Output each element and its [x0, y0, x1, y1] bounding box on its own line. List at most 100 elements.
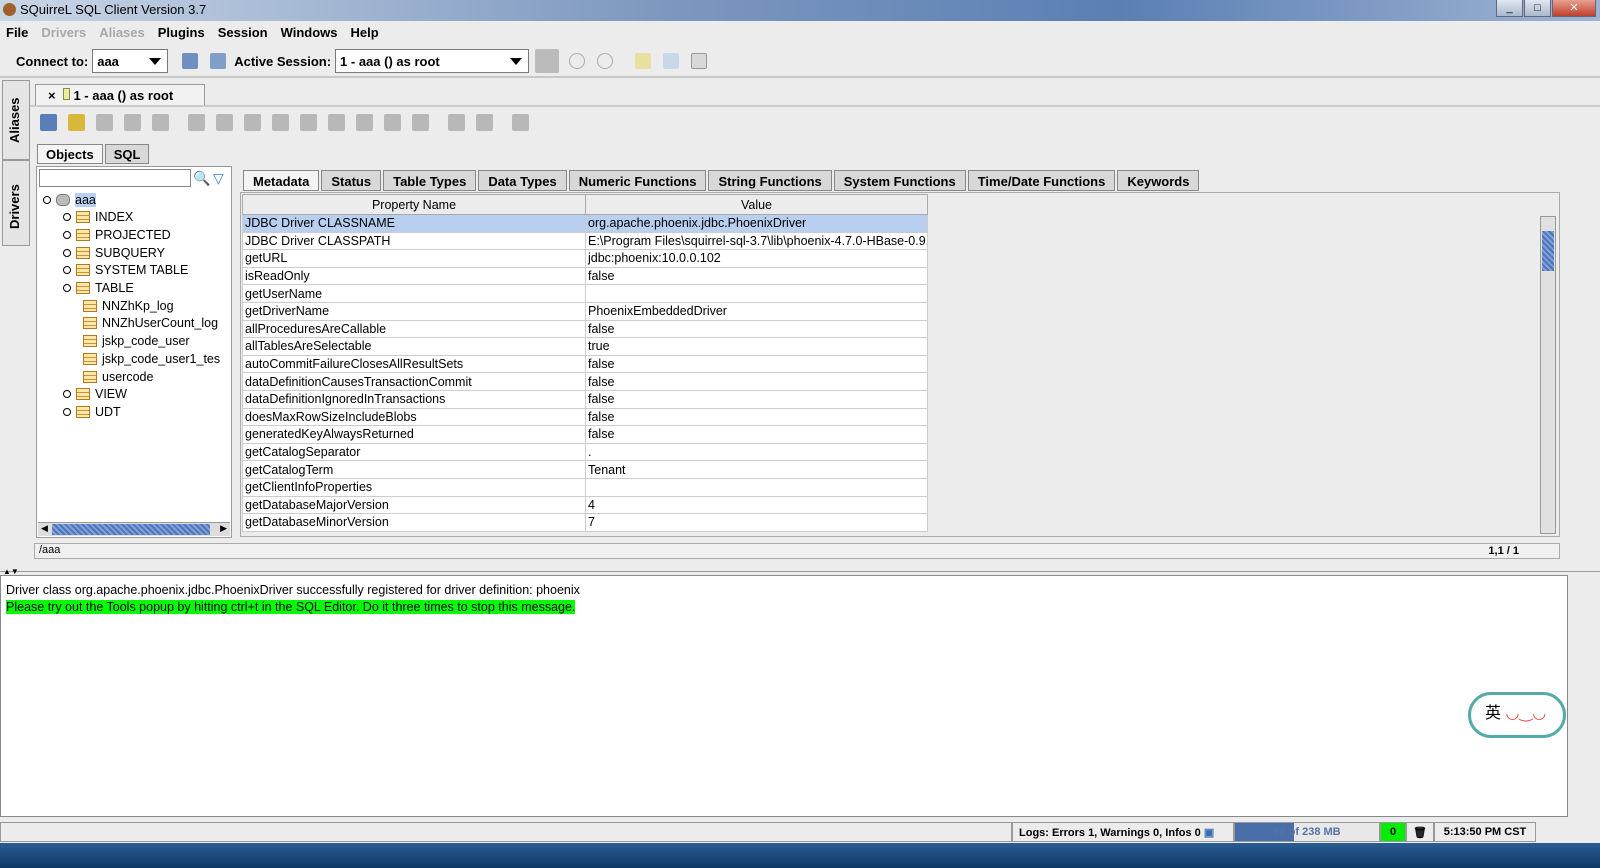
- minimize-button[interactable]: _: [1496, 0, 1523, 17]
- property-name-cell[interactable]: getDatabaseMinorVersion: [242, 513, 586, 532]
- refresh-icon[interactable]: [68, 114, 85, 131]
- value-cell[interactable]: E:\Program Files\squirrel-sql-3.7\lib\ph…: [585, 231, 928, 251]
- property-name-cell[interactable]: getDatabaseMajorVersion: [242, 495, 586, 515]
- tab-keywords[interactable]: Keywords: [1117, 170, 1200, 191]
- table-row[interactable]: getUserName: [242, 284, 928, 303]
- tree-search-input[interactable]: [39, 169, 191, 187]
- table-row[interactable]: allTablesAreSelectable true: [242, 337, 928, 356]
- tab-drivers[interactable]: Drivers: [2, 160, 30, 246]
- filter-icon[interactable]: ▽: [213, 170, 224, 187]
- print-icon[interactable]: [412, 114, 429, 131]
- delete-icon[interactable]: [384, 114, 401, 131]
- tab-sql[interactable]: SQL: [104, 144, 150, 164]
- value-cell[interactable]: false: [585, 407, 928, 427]
- tree-item[interactable]: jskp_code_user1_tes: [83, 350, 220, 367]
- tree-item[interactable]: jskp_code_user: [83, 333, 190, 350]
- tab-string-functions[interactable]: String Functions: [708, 170, 832, 191]
- run-icon[interactable]: [569, 53, 586, 69]
- up-arrow-icon[interactable]: [448, 114, 465, 131]
- down-arrow-icon[interactable]: [476, 114, 493, 131]
- table-row[interactable]: getCatalogTerm Tenant: [242, 460, 928, 479]
- value-cell[interactable]: jdbc:phoenix:10.0.0.102: [585, 249, 928, 268]
- property-name-cell[interactable]: dataDefinitionIgnoredInTransactions: [242, 389, 586, 409]
- menu-session[interactable]: Session: [218, 25, 268, 44]
- tree-item[interactable]: NNZhUserCount_log: [83, 315, 218, 332]
- tree-horizontal-scrollbar[interactable]: ◀ ▶: [38, 522, 230, 536]
- tab-data-types[interactable]: Data Types: [478, 170, 567, 191]
- expand-icon[interactable]: [63, 390, 71, 399]
- bug-icon[interactable]: [124, 114, 141, 131]
- value-cell[interactable]: 7: [585, 513, 928, 532]
- session-tab[interactable]: × 1 - aaa () as root: [35, 84, 205, 106]
- menu-plugins[interactable]: Plugins: [158, 25, 205, 44]
- property-name-cell[interactable]: getCatalogSeparator: [242, 442, 586, 462]
- stop-icon[interactable]: [597, 53, 614, 69]
- expand-icon[interactable]: [63, 266, 71, 275]
- tree-item[interactable]: INDEX: [63, 209, 133, 226]
- new-window-icon[interactable]: [635, 53, 652, 69]
- save-icon[interactable]: [272, 114, 289, 131]
- property-name-cell[interactable]: JDBC Driver CLASSPATH: [242, 231, 586, 251]
- table-row[interactable]: getURL jdbc:phoenix:10.0.0.102: [242, 249, 928, 268]
- tree-item[interactable]: TABLE: [63, 280, 134, 297]
- disk-icon[interactable]: [328, 114, 345, 131]
- tree-item[interactable]: UDT: [63, 403, 121, 420]
- close-button[interactable]: ✕: [1552, 0, 1596, 17]
- value-cell[interactable]: false: [585, 354, 928, 374]
- property-name-cell[interactable]: generatedKeyAlwaysReturned: [242, 425, 586, 444]
- value-cell[interactable]: false: [585, 319, 928, 339]
- tab-status[interactable]: Status: [321, 170, 382, 191]
- property-name-cell[interactable]: allProceduresAreCallable: [242, 319, 586, 339]
- garbage-collect-icon[interactable]: 🗑: [1406, 822, 1434, 842]
- tree-item[interactable]: PROJECTED: [63, 226, 171, 243]
- value-cell[interactable]: false: [585, 425, 928, 444]
- property-name-cell[interactable]: getUserName: [242, 284, 586, 303]
- table-row[interactable]: getCatalogSeparator.: [242, 442, 928, 462]
- table-row[interactable]: doesMaxRowSizeIncludeBlobs false: [242, 407, 928, 427]
- expand-icon[interactable]: [43, 195, 51, 204]
- tab-aliases[interactable]: Aliases: [2, 80, 30, 160]
- value-cell[interactable]: Tenant: [585, 460, 928, 479]
- value-cell[interactable]: org.apache.phoenix.jdbc.PhoenixDriver: [585, 214, 928, 233]
- menu-help[interactable]: Help: [351, 25, 379, 44]
- tab-table-types[interactable]: Table Types: [383, 170, 477, 191]
- value-cell[interactable]: PhoenixEmbeddedDriver: [585, 301, 928, 321]
- property-name-cell[interactable]: getURL: [242, 249, 586, 268]
- connect-icon[interactable]: [182, 53, 199, 69]
- ime-indicator[interactable]: 英 ◡‿◡: [1468, 692, 1566, 738]
- tree-item[interactable]: SYSTEM TABLE: [63, 262, 188, 279]
- tree-item[interactable]: aaa: [43, 191, 96, 208]
- table-row[interactable]: JDBC Driver CLASSPATH E:\Program Files\sq…: [242, 231, 928, 251]
- active-session-combo[interactable]: 1 - aaa () as root: [335, 49, 530, 73]
- tab-metadata[interactable]: Metadata: [243, 170, 320, 191]
- open-icon[interactable]: [244, 114, 261, 131]
- expand-icon[interactable]: [63, 230, 71, 239]
- table-row[interactable]: isReadOnly false: [242, 266, 928, 286]
- property-name-cell[interactable]: getClientInfoProperties: [242, 477, 586, 497]
- sql-icon[interactable]: [40, 114, 57, 131]
- copy-icon[interactable]: [691, 53, 708, 69]
- splitter[interactable]: ▲▼: [0, 563, 1600, 576]
- tab-system-functions[interactable]: System Functions: [833, 170, 966, 191]
- menu-file[interactable]: File: [6, 25, 28, 44]
- table-vertical-scrollbar[interactable]: [1540, 216, 1556, 534]
- tree-item[interactable]: VIEW: [63, 386, 127, 403]
- table-row[interactable]: allProceduresAreCallable false: [242, 319, 928, 339]
- table-row[interactable]: getDriverName PhoenixEmbeddedDriver: [242, 301, 928, 321]
- logs-status[interactable]: Logs: Errors 1, Warnings 0, Infos 0 ▣: [1012, 822, 1234, 842]
- column-header[interactable]: Value: [585, 194, 928, 215]
- tab-time-date-functions[interactable]: Time/Date Functions: [967, 170, 1116, 191]
- list-icon[interactable]: [512, 114, 529, 131]
- value-cell[interactable]: false: [585, 372, 928, 391]
- column-header[interactable]: Property Name: [242, 194, 586, 215]
- property-name-cell[interactable]: getCatalogTerm: [242, 460, 586, 479]
- property-name-cell[interactable]: allTablesAreSelectable: [242, 337, 586, 356]
- close-icon[interactable]: ×: [48, 88, 56, 103]
- table-row[interactable]: autoCommitFailureClosesAllResultSets fals…: [242, 354, 928, 374]
- session-icon[interactable]: [210, 53, 227, 69]
- log-monitor-icon[interactable]: ▣: [1204, 827, 1214, 839]
- value-cell[interactable]: .: [585, 442, 928, 462]
- table-row[interactable]: JDBC Driver CLASSNAME org.apache.phoenix.…: [242, 214, 928, 233]
- run-icon[interactable]: [96, 114, 113, 131]
- tree-item[interactable]: usercode: [83, 368, 153, 385]
